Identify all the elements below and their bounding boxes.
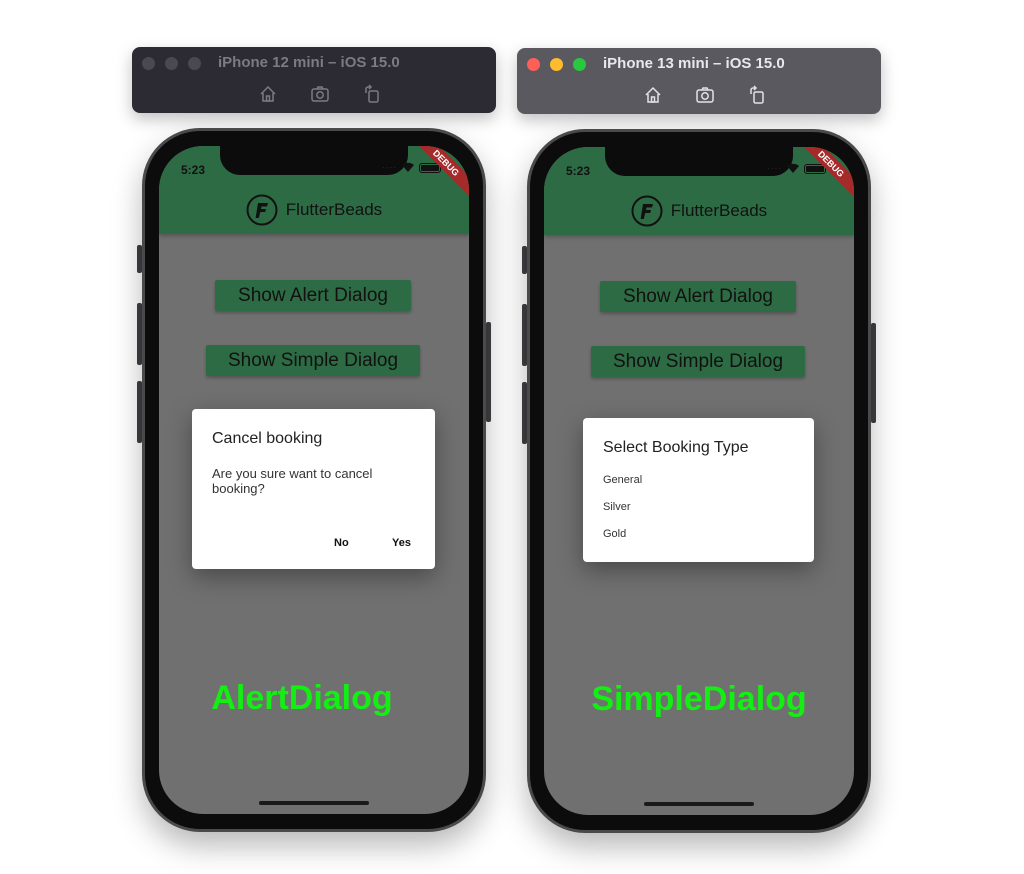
status-time: 5:23	[181, 163, 206, 177]
app-bar: 5:23 ···· DEBUG FlutterBeads	[544, 147, 854, 235]
dialog-title: Cancel booking	[212, 430, 323, 447]
flutterbeads-logo-icon	[246, 194, 278, 226]
notch	[605, 147, 793, 176]
rotate-icon	[750, 85, 764, 104]
app-brand: FlutterBeads	[544, 195, 854, 227]
home-indicator[interactable]	[259, 801, 369, 805]
no-button[interactable]: No	[334, 537, 349, 549]
home-icon	[260, 85, 276, 102]
show-simple-dialog-button[interactable]: Show Simple Dialog	[591, 346, 805, 377]
phone-screen: 5:23 ···· DEBUG FlutterBeads Show Alert …	[159, 146, 469, 814]
iphone-13-mini-device: 5:23 ···· DEBUG FlutterBeads Show Alert …	[527, 129, 871, 833]
option-silver[interactable]: Silver	[603, 501, 631, 513]
option-general[interactable]: General	[603, 474, 642, 486]
simulator-toolbar	[642, 84, 768, 106]
close-window-button[interactable]	[142, 57, 155, 70]
notch	[220, 146, 408, 175]
yes-button[interactable]: Yes	[392, 537, 411, 549]
minimize-window-button[interactable]	[550, 58, 563, 71]
app-brand: FlutterBeads	[159, 194, 469, 226]
window-controls	[142, 57, 201, 70]
phone-screen: 5:23 ···· DEBUG FlutterBeads Show Alert …	[544, 147, 854, 815]
simple-dialog: Select Booking Type General Silver Gold	[583, 418, 814, 562]
option-gold[interactable]: Gold	[603, 528, 626, 540]
show-alert-dialog-button[interactable]: Show Alert Dialog	[215, 280, 411, 311]
simulator-titlebar-iphone-12-mini[interactable]: iPhone 12 mini – iOS 15.0	[132, 47, 496, 113]
simulator-title: iPhone 13 mini – iOS 15.0	[603, 55, 785, 72]
caption-label: AlertDialog	[211, 679, 393, 717]
screenshot-button[interactable]	[309, 83, 331, 105]
caption-label: SimpleDialog	[591, 680, 807, 718]
simulator-titlebar-iphone-13-mini[interactable]: iPhone 13 mini – iOS 15.0	[517, 48, 881, 114]
show-alert-dialog-button[interactable]: Show Alert Dialog	[600, 281, 796, 312]
rotate-icon	[365, 84, 379, 103]
power-button	[871, 323, 876, 423]
screenshot-icon	[311, 86, 329, 102]
app-title: FlutterBeads	[670, 201, 768, 220]
screenshot-icon	[696, 87, 714, 103]
iphone-12-mini-device: 5:23 ···· DEBUG FlutterBeads Show Alert …	[142, 128, 486, 832]
status-time: 5:23	[566, 164, 591, 178]
home-button[interactable]	[257, 83, 279, 105]
dialog-title: Select Booking Type	[603, 439, 749, 456]
dialog-content: Are you sure want to cancel booking?	[212, 466, 373, 496]
show-simple-dialog-button[interactable]: Show Simple Dialog	[206, 345, 420, 376]
screenshot-button[interactable]	[694, 84, 716, 106]
app-title: FlutterBeads	[285, 200, 383, 219]
debug-banner-label: DEBUG	[794, 147, 854, 201]
rotate-button[interactable]	[746, 84, 768, 106]
power-button	[486, 322, 491, 422]
home-indicator[interactable]	[644, 802, 754, 806]
signal-icon: ····	[382, 163, 397, 172]
home-button[interactable]	[642, 84, 664, 106]
window-controls	[527, 58, 586, 71]
alert-dialog: Cancel booking Are you sure want to canc…	[192, 409, 435, 569]
zoom-window-button[interactable]	[188, 57, 201, 70]
debug-banner-label: DEBUG	[409, 146, 469, 200]
flutterbeads-logo-icon	[631, 195, 663, 227]
simulator-toolbar	[257, 83, 383, 105]
zoom-window-button[interactable]	[573, 58, 586, 71]
rotate-button[interactable]	[361, 83, 383, 105]
minimize-window-button[interactable]	[165, 57, 178, 70]
simulator-title: iPhone 12 mini – iOS 15.0	[218, 54, 400, 71]
close-window-button[interactable]	[527, 58, 540, 71]
signal-icon: ····	[767, 164, 782, 173]
home-icon	[645, 86, 661, 103]
app-bar: 5:23 ···· DEBUG FlutterBeads	[159, 146, 469, 234]
